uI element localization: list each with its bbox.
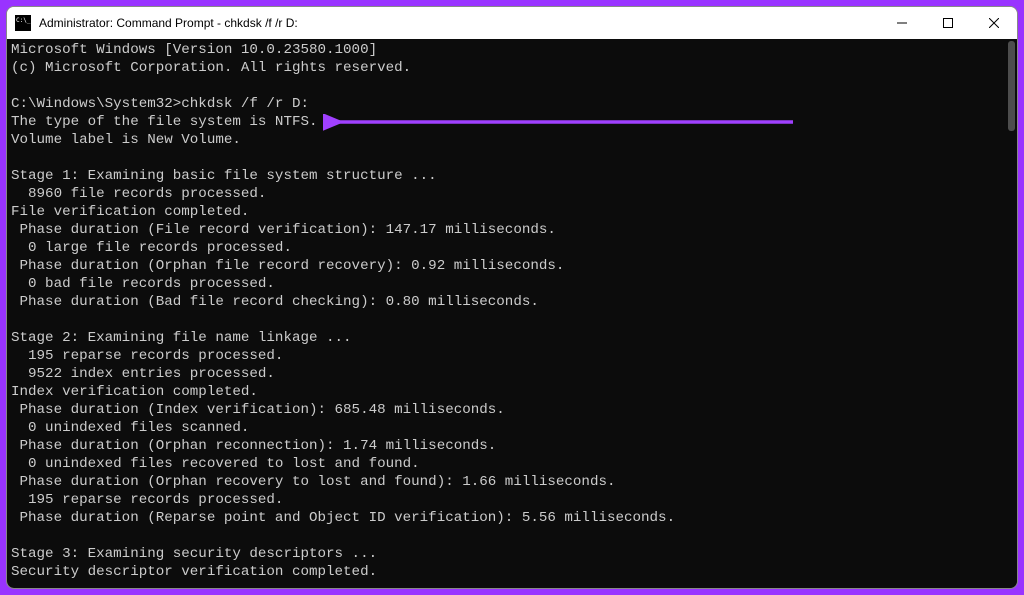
cmd-icon: [15, 15, 31, 31]
window-title: Administrator: Command Prompt - chkdsk /…: [39, 16, 298, 30]
maximize-button[interactable]: [925, 7, 971, 39]
titlebar[interactable]: Administrator: Command Prompt - chkdsk /…: [7, 7, 1017, 39]
minimize-button[interactable]: [879, 7, 925, 39]
scrollbar[interactable]: [1003, 39, 1017, 588]
command-prompt-window: Administrator: Command Prompt - chkdsk /…: [6, 6, 1018, 589]
window-controls: [879, 7, 1017, 39]
terminal-output[interactable]: Microsoft Windows [Version 10.0.23580.10…: [7, 39, 1017, 588]
scrollbar-thumb[interactable]: [1008, 41, 1015, 131]
close-button[interactable]: [971, 7, 1017, 39]
